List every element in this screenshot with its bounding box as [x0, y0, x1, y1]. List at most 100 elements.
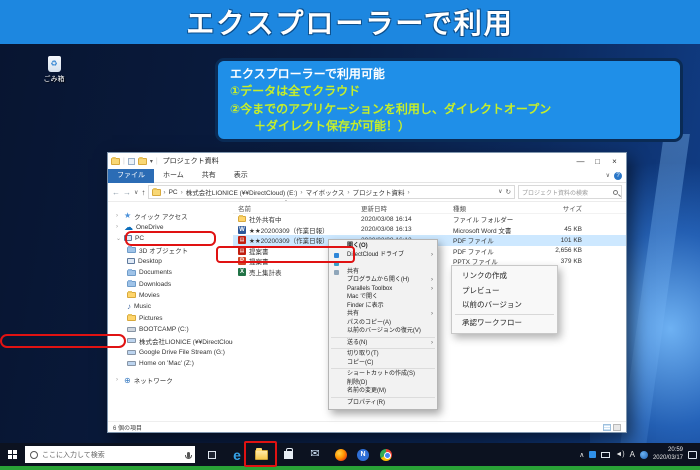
menu-open-with[interactable]: プログラムから開く(H)›	[329, 276, 437, 285]
network-icon[interactable]	[640, 451, 648, 459]
clock[interactable]: 20:59 2020/03/17	[653, 447, 683, 461]
search-input[interactable]: プロジェクト資料の検索	[518, 185, 622, 199]
nav-3d-objects[interactable]: 3D オブジェクト	[108, 244, 233, 255]
display-icon[interactable]	[601, 452, 610, 458]
menu-restore-previous[interactable]: 以前のバージョンの復元(V)	[329, 327, 437, 336]
breadcrumb-folder[interactable]: プロジェクト資料	[352, 187, 406, 197]
menu-copy-path[interactable]: パスのコピー(A)	[329, 319, 437, 328]
n-app-button[interactable]: N	[351, 443, 375, 466]
firefox-icon	[335, 449, 347, 461]
taskbar-search-placeholder: ここに入力して検索	[42, 450, 105, 460]
tab-share[interactable]: 共有	[193, 169, 225, 183]
clock-date: 2020/03/17	[653, 455, 683, 462]
microphone-icon[interactable]	[187, 452, 190, 458]
column-date[interactable]: 更新日時	[361, 203, 453, 213]
start-button[interactable]	[0, 443, 24, 466]
taskbar-search-input[interactable]: ここに入力して検索	[25, 446, 195, 463]
maximize-button[interactable]: □	[589, 154, 606, 168]
menu-share[interactable]: 共有	[329, 268, 437, 277]
submenu-approval-workflow[interactable]: 承認ワークフロー	[452, 316, 557, 331]
minimize-button[interactable]: —	[572, 154, 589, 168]
forward-icon[interactable]: →	[123, 188, 131, 197]
ribbon-expand-icon[interactable]: ∨	[606, 172, 610, 179]
qat-dropdown-icon[interactable]: ▾	[150, 158, 153, 165]
breadcrumb-pc[interactable]: PC	[168, 189, 179, 196]
breadcrumb[interactable]: › PC › 株式会社LIONICE (¥¥DirectCloud) (E:) …	[148, 185, 515, 199]
nav-pictures[interactable]: Pictures	[108, 313, 233, 324]
menu-open-on-mac[interactable]: Mac で開く	[329, 293, 437, 302]
chrome-button[interactable]	[374, 443, 398, 466]
file-row[interactable]: ★★20200309（作業日報） 2020/03/08 16:13 Micros…	[233, 225, 626, 236]
store-button[interactable]	[276, 443, 300, 466]
menu-send-to[interactable]: 送る(N)›	[329, 339, 437, 348]
recent-locations-icon[interactable]: ∨	[134, 189, 138, 196]
menu-show-in-finder[interactable]: Finder に表示	[329, 302, 437, 311]
submenu-previous-versions[interactable]: 以前のバージョン	[452, 298, 557, 313]
ime-indicator[interactable]: A	[630, 450, 635, 459]
action-center-icon[interactable]	[688, 451, 697, 459]
menu-open[interactable]: 開く(O)	[329, 242, 437, 251]
directcloud-submenu: リンクの作成 プレビュー 以前のバージョン 承認ワークフロー	[451, 265, 558, 334]
breadcrumb-mybox[interactable]: マイボックス	[305, 187, 346, 197]
menu-parallels-toolbox[interactable]: Parallels Toolbox›	[329, 285, 437, 294]
breadcrumb-drive[interactable]: 株式会社LIONICE (¥¥DirectCloud) (E:)	[185, 187, 299, 197]
tab-file[interactable]: ファイル	[108, 169, 154, 183]
close-button[interactable]: ×	[606, 154, 623, 168]
monitor-icon	[127, 258, 135, 264]
column-size[interactable]: サイズ	[521, 203, 586, 213]
nav-music[interactable]: ♪Music	[108, 301, 233, 312]
new-folder-icon[interactable]	[138, 158, 147, 165]
nav-pc[interactable]: ⌄PC	[108, 233, 233, 244]
column-name[interactable]: 名前	[233, 203, 361, 213]
callout-line-4: ＋ダイレクト保存が可能！）	[230, 118, 668, 135]
nav-bootcamp-drive[interactable]: BOOTCAMP (C:)	[108, 324, 233, 335]
mail-button[interactable]: ✉	[303, 443, 327, 466]
menu-copy[interactable]: コピー(C)	[329, 359, 437, 368]
recycle-bin-shortcut[interactable]: ♻ ごみ箱	[36, 56, 72, 84]
tab-home[interactable]: ホーム	[154, 169, 193, 183]
menu-share-submenu[interactable]: 共有›	[329, 310, 437, 319]
nav-documents[interactable]: Documents	[108, 267, 233, 278]
firefox-button[interactable]	[329, 443, 353, 466]
chrome-icon	[380, 449, 392, 461]
nav-desktop[interactable]: Desktop	[108, 256, 233, 267]
nav-network[interactable]: ›⊕ネットワーク	[108, 374, 233, 385]
menu-covered-item[interactable]	[329, 259, 437, 268]
column-type[interactable]: 種類	[453, 203, 521, 213]
search-icon	[613, 190, 618, 195]
menu-rename[interactable]: 名前の変更(M)	[329, 387, 437, 396]
task-view-button[interactable]	[200, 443, 224, 466]
nav-movies[interactable]: Movies	[108, 290, 233, 301]
tray-app-icon[interactable]	[589, 451, 596, 458]
search-placeholder: プロジェクト資料の検索	[522, 188, 588, 197]
nav-quick-access[interactable]: ›★クイック アクセス	[108, 210, 233, 221]
help-icon[interactable]: ?	[614, 172, 622, 180]
menu-properties[interactable]: プロパティ(R)	[329, 399, 437, 408]
quick-access-toolbar-icon[interactable]	[128, 158, 135, 165]
menu-cut[interactable]: 切り取り(T)	[329, 350, 437, 359]
back-icon[interactable]: ←	[112, 188, 120, 197]
speaker-icon[interactable]: ◄)	[615, 451, 624, 458]
edge-button[interactable]: e	[225, 443, 249, 466]
menu-create-shortcut[interactable]: ショートカットの作成(S)	[329, 370, 437, 379]
powerpoint-file-icon	[238, 257, 246, 265]
refresh-icon[interactable]: ↻	[506, 188, 511, 196]
address-dropdown-icon[interactable]: ∨	[498, 188, 502, 196]
show-hidden-icons-chevron[interactable]: ∧	[579, 451, 584, 459]
nav-downloads[interactable]: Downloads	[108, 278, 233, 289]
tab-view[interactable]: 表示	[225, 169, 257, 183]
nav-home-mac[interactable]: Home on 'Mac' (Z:)	[108, 358, 233, 369]
nav-onedrive[interactable]: ›☁OneDrive	[108, 221, 233, 232]
nav-google-drive[interactable]: Google Drive File Stream (G:)	[108, 347, 233, 358]
file-row[interactable]: 社外共有中 2020/03/08 16:14 ファイル フォルダー	[233, 214, 626, 225]
menu-delete[interactable]: 削除(D)	[329, 379, 437, 388]
nav-directcloud-drive[interactable]: 株式会社LIONICE (¥¥DirectCloud) (E:)	[108, 335, 233, 346]
details-view-icon[interactable]	[603, 424, 611, 431]
submenu-create-link[interactable]: リンクの作成	[452, 269, 557, 284]
submenu-preview[interactable]: プレビュー	[452, 284, 557, 299]
file-explorer-button[interactable]	[249, 443, 273, 466]
up-icon[interactable]: ↑	[141, 188, 145, 197]
menu-directcloud-drive[interactable]: DirectCloud ドライブ›	[329, 251, 437, 260]
explorer-titlebar[interactable]: | ▾ | プロジェクト資料 — □ ×	[108, 153, 626, 169]
thumbnails-view-icon[interactable]	[613, 424, 621, 431]
